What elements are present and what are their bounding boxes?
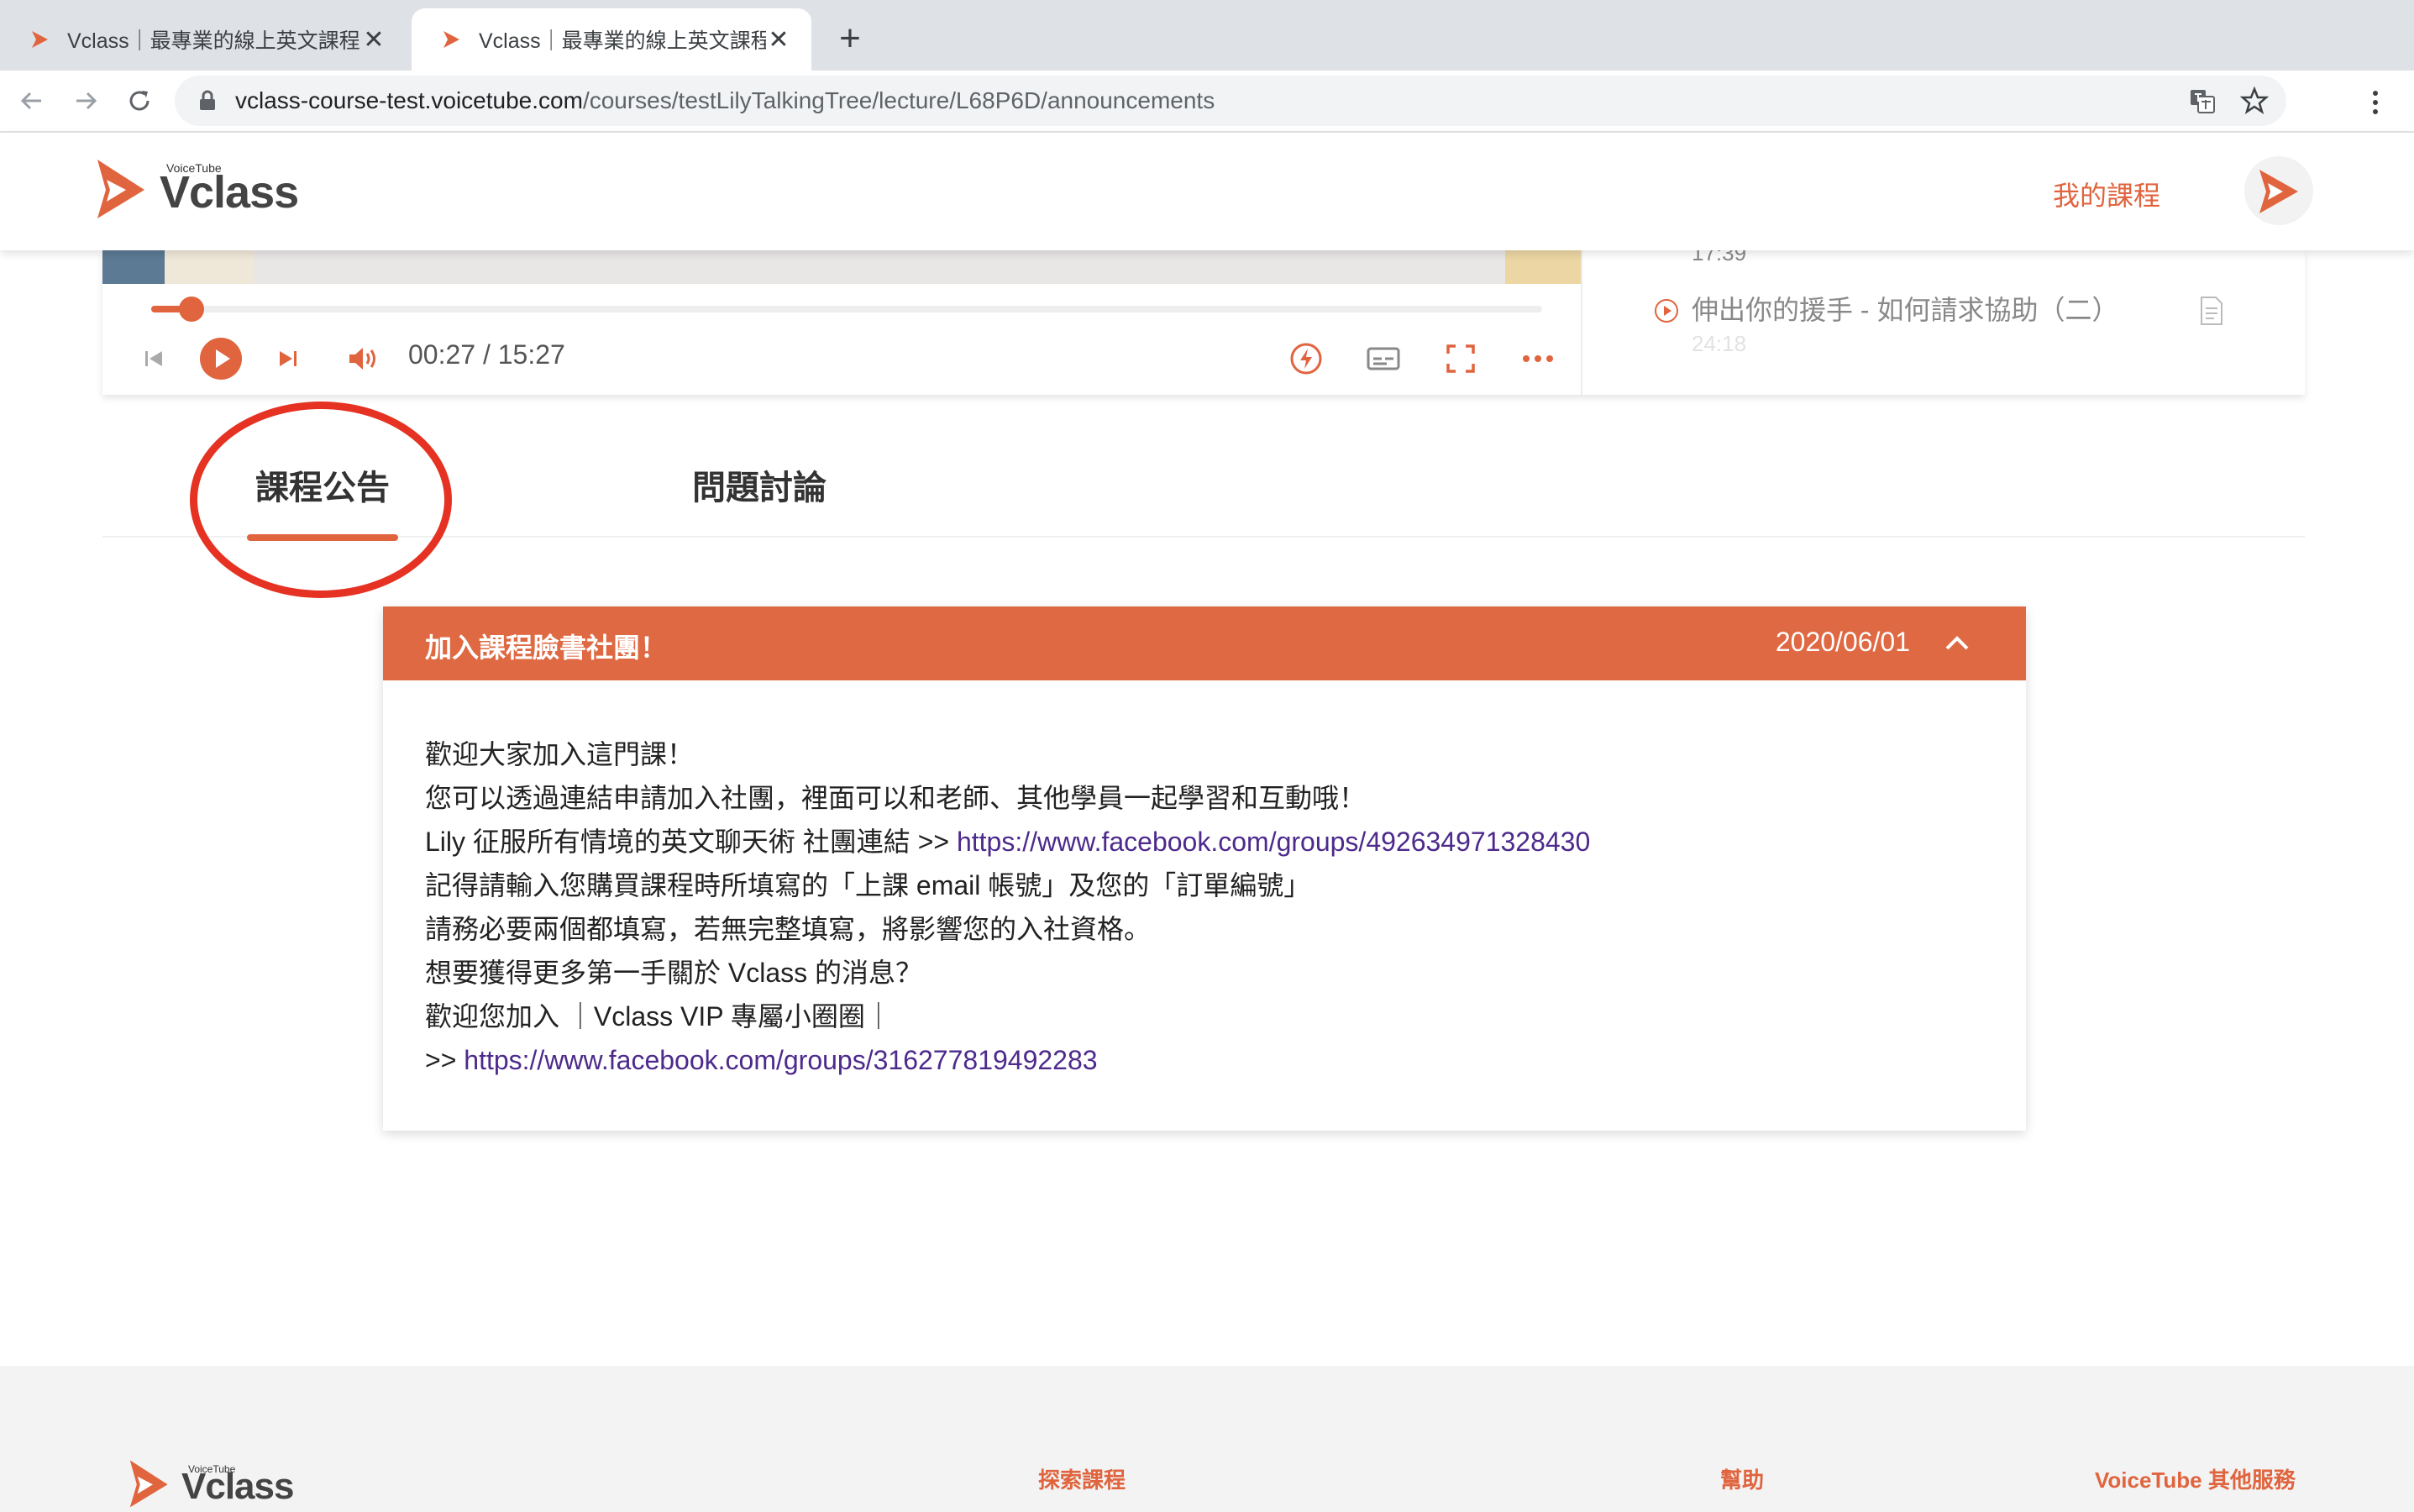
announcement-text: >> bbox=[425, 1045, 464, 1075]
logo-voicetube-text: VoiceTube bbox=[188, 1463, 236, 1475]
browser-menu-button[interactable] bbox=[2355, 81, 2396, 124]
vclass-favicon-icon bbox=[32, 31, 48, 48]
vclass-logo-icon bbox=[97, 160, 144, 218]
bookmark-button[interactable] bbox=[2233, 79, 2276, 123]
announcement-line: 歡迎大家加入這門課！ bbox=[425, 739, 695, 769]
url-text: vclass-course-test.voicetube.com/courses… bbox=[235, 87, 1215, 114]
volume-icon bbox=[349, 348, 375, 370]
footer-services-link[interactable]: VoiceTube 其他服務 bbox=[2095, 1463, 2296, 1494]
volume-button[interactable] bbox=[341, 336, 386, 381]
video-frame-part bbox=[254, 250, 1505, 284]
announcement-line: 歡迎您加入 ｜Vclass VIP 專屬小圈圈｜ bbox=[425, 1001, 892, 1032]
vclass-logo-icon bbox=[129, 1460, 168, 1508]
announcement-line: 您可以透過連結申請加入社團，裡面可以和老師、其他學員一起學習和互動哦！ bbox=[425, 783, 1367, 813]
back-button[interactable] bbox=[10, 79, 54, 123]
announcement-line: Lily 征服所有情境的英文聊天術 社團連結 >> https://www.fa… bbox=[425, 820, 1590, 864]
translate-icon bbox=[2191, 90, 2215, 113]
footer-logo[interactable]: VoiceTube Vclass bbox=[126, 1455, 294, 1509]
next-button[interactable] bbox=[265, 336, 311, 381]
announcement-body: 歡迎大家加入這門課！ 您可以透過連結申請加入社團，裡面可以和老師、其他學員一起學… bbox=[425, 732, 1590, 1082]
vclass-avatar-icon bbox=[2259, 170, 2298, 213]
announcement-title: 加入課程臉書社團！ bbox=[425, 633, 668, 663]
logo-text: VoiceTube Vclass bbox=[181, 1463, 294, 1509]
browser-toolbar: vclass-course-test.voicetube.com/courses… bbox=[0, 71, 2414, 133]
close-tab-icon[interactable]: ✕ bbox=[766, 25, 791, 55]
announcement-date: 2020/06/01 bbox=[1775, 627, 1910, 657]
vip-group-link[interactable]: https://www.facebook.com/groups/31627781… bbox=[464, 1045, 1097, 1075]
logo-voicetube-text: VoiceTube bbox=[166, 161, 222, 175]
close-tab-icon[interactable]: ✕ bbox=[361, 25, 386, 55]
page: Vclass｜最專業的線上英文課程 ✕ Vclass｜最專業的線上英文課程 ✕ … bbox=[0, 0, 2414, 1512]
play-button[interactable] bbox=[198, 336, 244, 381]
browser-tab-strip: Vclass｜最專業的線上英文課程 ✕ Vclass｜最專業的線上英文課程 ✕ … bbox=[0, 0, 2414, 71]
url-path: /courses/testLilyTalkingTree/lecture/L68… bbox=[582, 87, 1215, 113]
vertical-dots-icon bbox=[2373, 91, 2378, 114]
subtitles-icon bbox=[1367, 347, 1400, 370]
browser-tab-title: Vclass｜最專業的線上英文課程 bbox=[479, 29, 766, 53]
user-avatar[interactable] bbox=[2244, 156, 2313, 225]
announcement-line: >> https://www.facebook.com/groups/31627… bbox=[425, 1038, 1590, 1082]
announcement-line: 請務必要兩個都填寫，若無完整填寫，將影響您的入社資格。 bbox=[425, 914, 1152, 944]
fullscreen-button[interactable] bbox=[1438, 336, 1483, 381]
browser-tab-1[interactable]: Vclass｜最專業的線上英文課程 ✕ bbox=[0, 8, 407, 71]
announcement-line: 記得請輸入您購買課程時所填寫的「上課 email 帳號」及您的「訂單編號」 bbox=[425, 870, 1311, 900]
announcement-header[interactable]: 加入課程臉書社團！ 2020/06/01 bbox=[383, 606, 2026, 680]
facebook-group-link[interactable]: https://www.facebook.com/groups/49263497… bbox=[957, 827, 1590, 857]
lock-icon bbox=[200, 90, 215, 110]
announcement-line: 想要獲得更多第一手關於 Vclass 的消息？ bbox=[425, 958, 923, 988]
skip-previous-icon bbox=[145, 351, 162, 366]
logo-text: VoiceTube Vclass bbox=[160, 161, 299, 220]
document-icon[interactable] bbox=[2199, 296, 2224, 326]
lesson-list-divider bbox=[1581, 250, 1582, 395]
video-frame-part bbox=[1505, 250, 1581, 284]
address-bar[interactable]: vclass-course-test.voicetube.com/courses… bbox=[175, 76, 2286, 126]
arrow-right-icon bbox=[76, 92, 97, 110]
subtitles-button[interactable] bbox=[1361, 336, 1406, 381]
lesson-item-title[interactable]: 伸出你的援手 - 如何請求協助（二） bbox=[1692, 289, 2118, 328]
fullscreen-icon bbox=[1446, 344, 1475, 373]
chevron-up-icon bbox=[1945, 636, 1969, 650]
vclass-favicon-icon bbox=[443, 31, 459, 48]
more-options-button[interactable] bbox=[1515, 336, 1561, 381]
footer-explore-link[interactable]: 探索課程 bbox=[1038, 1463, 1126, 1494]
footer-help-link[interactable]: 幫助 bbox=[1720, 1463, 1764, 1494]
speed-button[interactable] bbox=[1283, 336, 1329, 381]
reload-button[interactable] bbox=[118, 79, 161, 123]
site-footer: VoiceTube Vclass 探索課程 幫助 VoiceTube 其他服務 bbox=[0, 1366, 2414, 1512]
url-host: vclass-course-test.voicetube.com bbox=[235, 87, 583, 113]
video-progress-bar[interactable] bbox=[151, 297, 1542, 322]
reload-icon bbox=[129, 91, 150, 111]
forward-button[interactable] bbox=[64, 79, 108, 123]
my-courses-link[interactable]: 我的課程 bbox=[2053, 175, 2160, 213]
annotation-circle bbox=[190, 402, 452, 598]
vclass-logo[interactable]: VoiceTube Vclass bbox=[92, 153, 299, 220]
star-icon bbox=[2240, 87, 2269, 114]
announcement-card: 加入課程臉書社團！ 2020/06/01 歡迎大家加入這門課！ 您可以透過連結申… bbox=[383, 606, 2026, 1131]
video-time: 00:27 / 15:27 bbox=[408, 339, 565, 370]
skip-next-icon bbox=[280, 351, 297, 366]
video-frame[interactable] bbox=[102, 250, 1581, 284]
more-dots-icon bbox=[1523, 355, 1553, 362]
lightning-icon bbox=[1290, 343, 1322, 375]
video-frame-part bbox=[102, 250, 165, 284]
video-progress-handle[interactable] bbox=[179, 297, 205, 322]
play-icon bbox=[200, 338, 242, 380]
lesson-duration: 24:18 bbox=[1692, 331, 1747, 356]
arrow-left-icon bbox=[20, 92, 41, 110]
announcement-text: Lily 征服所有情境的英文聊天術 社團連結 >> bbox=[425, 827, 957, 857]
browser-tab-2[interactable]: Vclass｜最專業的線上英文課程 ✕ bbox=[412, 8, 811, 71]
browser-tab-title: Vclass｜最專業的線上英文課程 bbox=[67, 29, 360, 53]
tab-discussion[interactable]: 問題討論 bbox=[692, 460, 827, 509]
new-tab-button[interactable]: + bbox=[830, 18, 870, 59]
collapse-button[interactable] bbox=[1940, 627, 1974, 660]
previous-button[interactable] bbox=[131, 336, 176, 381]
lesson-play-icon bbox=[1655, 299, 1678, 323]
site-header: VoiceTube Vclass 我的課程 bbox=[0, 133, 2414, 250]
translate-button[interactable] bbox=[2180, 79, 2224, 123]
